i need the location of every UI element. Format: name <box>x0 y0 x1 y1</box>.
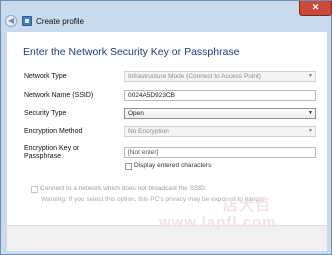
encryption-key-input[interactable]: [Not enter] <box>124 147 316 158</box>
watermark-url: www.lapfl.com <box>159 214 277 231</box>
back-arrow-icon: ◀ <box>7 16 15 25</box>
security-type-value: Open <box>128 110 144 117</box>
display-characters-checkbox[interactable] <box>125 163 132 170</box>
security-type-label: Security Type <box>24 110 67 117</box>
encryption-method-label: Encryption Method <box>24 128 83 135</box>
encryption-method-select: No Encryption ▼ <box>124 126 316 137</box>
close-icon: ✕ <box>311 2 320 12</box>
watermark-logo: 店大百 <box>223 197 272 214</box>
network-name-field[interactable]: 0024A5D923CB <box>124 90 316 101</box>
create-profile-window: ◀ Create profile ✕ Enter the Network Sec… <box>0 0 332 255</box>
network-name-value: 0024A5D923CB <box>128 92 175 99</box>
title-bar: ◀ Create profile <box>1 1 331 27</box>
network-type-select: Infrastructure Mode (Connect to Access P… <box>124 71 316 82</box>
close-button[interactable]: ✕ <box>299 1 332 16</box>
network-type-value: Infrastructure Mode (Connect to Access P… <box>128 73 261 80</box>
content-panel: Enter the Network Security Key or Passph… <box>7 32 327 225</box>
encryption-key-label-line2: Passphrase <box>24 153 61 160</box>
display-characters-label: Display entered characters <box>134 162 212 169</box>
network-type-label: Network Type <box>24 73 67 80</box>
wifi-profile-icon <box>22 16 32 26</box>
security-type-select[interactable]: Open ▼ <box>124 108 316 119</box>
chevron-down-icon: ▼ <box>308 128 313 134</box>
chevron-down-icon: ▼ <box>308 73 313 79</box>
back-button[interactable]: ◀ <box>5 15 17 27</box>
encryption-key-placeholder: [Not enter] <box>128 149 159 156</box>
page-heading: Enter the Network Security Key or Passph… <box>23 46 240 58</box>
chevron-down-icon: ▼ <box>308 110 313 116</box>
hidden-ssid-checkbox[interactable] <box>31 186 38 193</box>
network-name-label: Network Name (SSID) <box>24 92 94 99</box>
encryption-method-value: No Encryption <box>128 128 169 135</box>
hidden-ssid-label: Connect to a network which does not broa… <box>40 185 207 192</box>
window-title: Create profile <box>36 17 85 26</box>
